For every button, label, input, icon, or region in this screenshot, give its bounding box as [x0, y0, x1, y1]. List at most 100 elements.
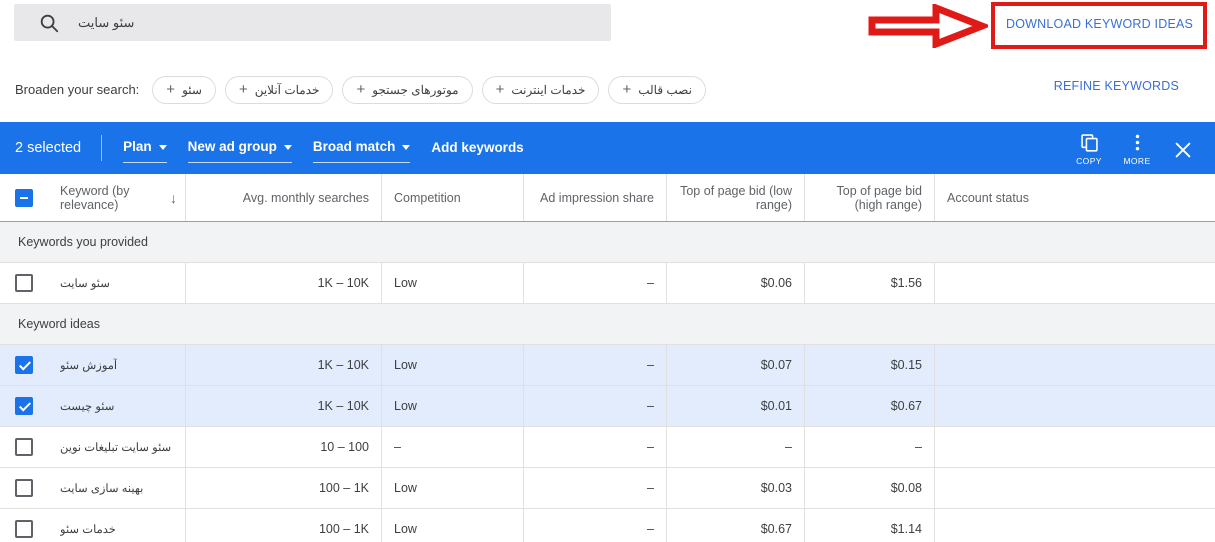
row-checkbox-cell[interactable]	[0, 468, 48, 508]
column-header-keyword[interactable]: Keyword (by relevance) ↓	[48, 174, 186, 221]
cell-keyword: بهینه سازی سایت	[48, 468, 186, 508]
cell-bid-low: $0.67	[667, 509, 805, 542]
column-header-bid-high[interactable]: Top of page bid (high range)	[805, 174, 935, 221]
table-row[interactable]: خدمات سئو 100 – 1K Low – $0.67 $1.14	[0, 509, 1215, 542]
cell-impression-share: –	[524, 345, 667, 385]
copy-button[interactable]: COPY	[1065, 130, 1113, 166]
column-header-account-status[interactable]: Account status	[935, 174, 1115, 221]
table-row[interactable]: سئو سایت تبلیغات نوین 10 – 100 – – – –	[0, 427, 1215, 468]
row-checkbox[interactable]	[15, 397, 33, 415]
column-header-volume[interactable]: Avg. monthly searches	[186, 174, 382, 221]
broaden-chip-1[interactable]: + خدمات آنلاین	[224, 75, 334, 104]
keyword-text: سئو سایت	[60, 278, 110, 290]
table-row[interactable]: سئو چیست 1K – 10K Low – $0.01 $0.67	[0, 386, 1215, 427]
column-header-volume-label: Avg. monthly searches	[242, 190, 369, 205]
row-checkbox-cell[interactable]	[0, 263, 48, 303]
keyword-text: بهینه سازی سایت	[60, 483, 144, 495]
download-keyword-ideas-button[interactable]: DOWNLOAD KEYWORD IDEAS	[1006, 17, 1193, 31]
cell-volume: 10 – 100	[186, 427, 382, 467]
refine-keywords-button[interactable]: REFINE KEYWORDS	[1054, 79, 1179, 93]
row-checkbox[interactable]	[15, 438, 33, 456]
keyword-text: سئو چیست	[60, 401, 115, 413]
toolbar-divider	[101, 135, 103, 161]
chevron-down-icon	[283, 145, 292, 150]
keyword-text: خدمات سئو	[60, 524, 116, 536]
cell-bid-low: $0.07	[667, 345, 805, 385]
row-checkbox-cell[interactable]	[0, 509, 48, 542]
column-header-bid-low-label: Top of page bid (low range)	[680, 183, 792, 212]
cell-account-status	[935, 427, 1115, 467]
broaden-chip-label: موتورهای جستجو	[372, 82, 459, 97]
select-all-checkbox[interactable]	[15, 188, 33, 207]
keyword-text: سئو سایت تبلیغات نوین	[60, 442, 172, 454]
cell-bid-high: $0.67	[805, 386, 935, 426]
cell-impression-share: –	[524, 427, 667, 467]
plus-icon: +	[238, 80, 248, 98]
keyword-planner-page: سئو سایت DOWNLOAD KEYWORD IDEAS Broaden …	[0, 0, 1215, 542]
toolbar-right-actions: COPY MORE	[1065, 130, 1215, 166]
cell-impression-share: –	[524, 263, 667, 303]
column-header-bid-low[interactable]: Top of page bid (low range)	[667, 174, 805, 221]
selection-action-bar: 2 selected Plan New ad group Broad match…	[0, 122, 1215, 174]
plus-icon: +	[495, 80, 505, 98]
chevron-down-icon	[158, 145, 167, 150]
broaden-chip-2[interactable]: + موتورهای جستجو	[342, 75, 473, 104]
plus-icon: +	[166, 80, 176, 98]
column-header-competition-label: Competition	[394, 190, 461, 205]
broaden-label: Broaden your search:	[15, 82, 140, 97]
close-button[interactable]	[1161, 139, 1205, 166]
more-vertical-icon	[1127, 130, 1148, 154]
cell-impression-share: –	[524, 386, 667, 426]
table-row[interactable]: بهینه سازی سایت 100 – 1K Low – $0.03 $0.…	[0, 468, 1215, 509]
column-header-impression-share[interactable]: Ad impression share	[524, 174, 667, 221]
cell-competition: Low	[382, 509, 524, 542]
column-header-competition[interactable]: Competition	[382, 174, 524, 221]
add-keywords-button[interactable]: Add keywords	[431, 133, 523, 163]
row-checkbox[interactable]	[15, 520, 33, 538]
cell-account-status	[935, 509, 1115, 542]
broaden-chip-3[interactable]: + خدمات اینترنت	[481, 75, 600, 104]
table-header-row: Keyword (by relevance) ↓ Avg. monthly se…	[0, 174, 1215, 222]
row-checkbox-cell[interactable]	[0, 386, 48, 426]
cell-impression-share: –	[524, 509, 667, 542]
row-checkbox[interactable]	[15, 479, 33, 497]
row-checkbox[interactable]	[15, 356, 33, 374]
cell-competition: Low	[382, 345, 524, 385]
plan-dropdown-button[interactable]: Plan	[123, 133, 167, 163]
ad-group-dropdown-button[interactable]: New ad group	[187, 133, 292, 163]
red-arrow-annotation	[868, 4, 988, 48]
broaden-chip-0[interactable]: + سئو	[152, 75, 216, 104]
cell-bid-low: $0.01	[667, 386, 805, 426]
cell-volume: 1K – 10K	[186, 263, 382, 303]
plus-icon: +	[356, 80, 366, 98]
table-section-header: Keyword ideas	[0, 304, 1215, 345]
search-input-value[interactable]: سئو سایت	[78, 15, 134, 31]
more-button[interactable]: MORE	[1113, 130, 1161, 166]
broaden-chip-label: خدمات آنلاین	[254, 82, 320, 97]
table-row[interactable]: سئو سایت 1K – 10K Low – $0.06 $1.56	[0, 263, 1215, 304]
ad-group-dropdown-label: New ad group	[187, 139, 277, 154]
keyword-search-bar[interactable]: سئو سایت	[14, 4, 611, 41]
more-button-label: MORE	[1123, 156, 1151, 166]
plus-icon: +	[622, 80, 632, 98]
cell-bid-low: $0.03	[667, 468, 805, 508]
cell-keyword: خدمات سئو	[48, 509, 186, 542]
broaden-chip-label: نصب قالب	[638, 82, 692, 97]
cell-volume: 100 – 1K	[186, 468, 382, 508]
row-checkbox[interactable]	[15, 274, 33, 292]
select-all-checkbox-cell[interactable]	[0, 174, 48, 221]
row-checkbox-cell[interactable]	[0, 345, 48, 385]
cell-account-status	[935, 386, 1115, 426]
broaden-chip-4[interactable]: + نصب قالب	[608, 75, 706, 104]
sort-descending-icon[interactable]: ↓	[170, 190, 177, 206]
cell-volume: 1K – 10K	[186, 386, 382, 426]
table-row[interactable]: آموزش سئو 1K – 10K Low – $0.07 $0.15	[0, 345, 1215, 386]
cell-competition: –	[382, 427, 524, 467]
close-icon	[1172, 139, 1194, 166]
row-checkbox-cell[interactable]	[0, 427, 48, 467]
cell-bid-high: –	[805, 427, 935, 467]
cell-account-status	[935, 263, 1115, 303]
match-type-dropdown-button[interactable]: Broad match	[312, 133, 411, 163]
match-type-dropdown-label: Broad match	[312, 139, 396, 154]
cell-bid-high: $1.56	[805, 263, 935, 303]
